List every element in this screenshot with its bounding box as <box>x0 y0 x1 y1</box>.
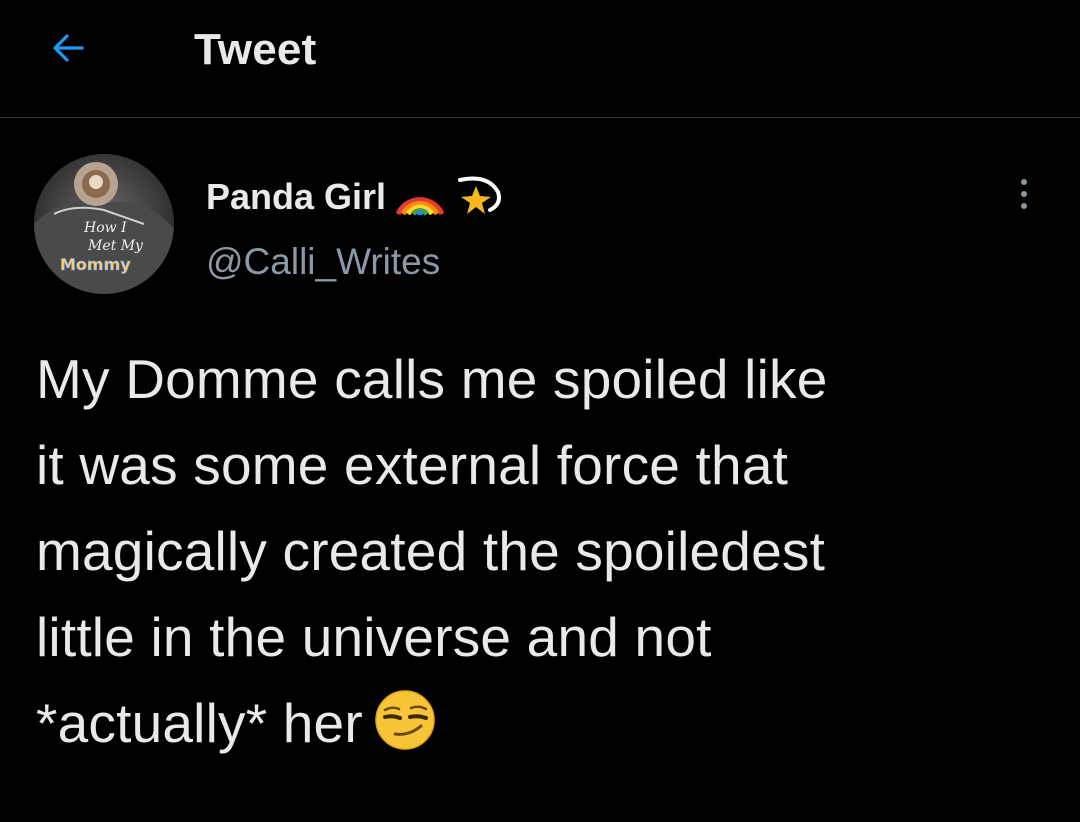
more-vertical-icon <box>1021 179 1027 209</box>
avatar-text-2: Met My <box>87 238 144 254</box>
top-bar: Tweet <box>0 0 1080 118</box>
tweet-line: *actually* her <box>36 692 363 754</box>
tweet-last-line: *actually* her <box>36 680 1046 766</box>
avatar-text-1: How I <box>83 220 127 236</box>
author-name[interactable]: Panda Girl <box>206 172 504 221</box>
avatar-text-3: Mommy <box>60 255 131 274</box>
avatar-image: How I Met My Mommy <box>34 154 174 294</box>
display-name-text: Panda Girl <box>206 175 387 217</box>
author-handle[interactable]: @Calli_Writes <box>206 240 440 284</box>
tweet-line: My Domme calls me spoiled like <box>36 348 828 410</box>
rainbow-emoji-icon <box>394 172 446 221</box>
tweet-text: My Domme calls me spoiled like it was so… <box>36 336 1046 766</box>
page-title: Tweet <box>194 25 317 74</box>
tweet-line: little in the universe and not <box>36 606 712 668</box>
shooting-star-icon <box>454 172 504 221</box>
tweet-line: it was some external force that <box>36 434 789 496</box>
tweet-line: magically created the spoiledest <box>36 520 826 582</box>
more-options-button[interactable] <box>1000 170 1048 218</box>
arrow-left-icon <box>53 34 84 62</box>
smirking-face-icon <box>373 688 437 752</box>
avatar[interactable]: How I Met My Mommy <box>34 154 174 294</box>
back-button[interactable] <box>44 24 92 72</box>
